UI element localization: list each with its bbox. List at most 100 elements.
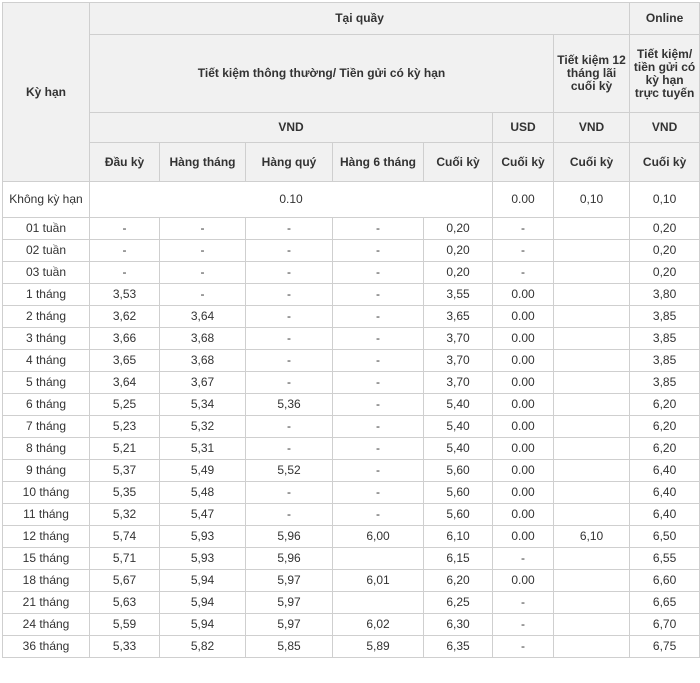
term-cell: 8 tháng	[2, 437, 90, 460]
online-header: Online	[629, 2, 700, 35]
rate-savings12-maturity	[552, 547, 631, 570]
rate-savings12-maturity	[552, 481, 631, 504]
rate-upfront: 5,74	[89, 525, 160, 548]
term-cell: 1 tháng	[2, 283, 90, 306]
rate-upfront: 3,65	[89, 349, 160, 372]
term-header: Kỳ hạn	[2, 2, 90, 182]
term-cell: 2 tháng	[2, 305, 90, 328]
rate-usd-maturity: -	[492, 591, 554, 614]
rate-online-maturity: 6,40	[629, 459, 700, 482]
table-row: 18 tháng 5,67 5,94 5,97 6,01 6,20 0.00 6,60	[2, 569, 700, 592]
term-cell: 18 tháng	[2, 569, 90, 592]
rate-maturity: 3,55	[423, 283, 493, 306]
rate-online-maturity: 3,85	[629, 327, 700, 350]
rate-quarterly: -	[245, 481, 333, 504]
rate-upfront: 5,37	[89, 459, 160, 482]
rate-usd-maturity: 0.00	[492, 327, 554, 350]
rate-semiannual: -	[332, 371, 424, 394]
usd-currency-header: USD	[492, 112, 554, 143]
rate-upfront: 5,33	[89, 635, 160, 658]
rate-maturity: 3,70	[423, 371, 493, 394]
rate-quarterly: -	[245, 437, 333, 460]
term-cell: 24 tháng	[2, 613, 90, 636]
term-cell: 21 tháng	[2, 591, 90, 614]
term-cell: 12 tháng	[2, 525, 90, 548]
col-header-savings12-maturity: Cuối kỳ	[552, 142, 631, 182]
rate-upfront: 5,25	[89, 393, 160, 416]
rate-usd-maturity: 0.00	[492, 305, 554, 328]
col-header-quarterly: Hàng quý	[245, 142, 333, 182]
rate-maturity: 3,70	[423, 327, 493, 350]
savings12-currency-header: VND	[552, 112, 631, 143]
rate-upfront: -	[89, 239, 160, 262]
term-cell: 3 tháng	[2, 327, 90, 350]
rate-semiannual: 6,00	[332, 525, 424, 548]
rate-upfront: 3,62	[89, 305, 160, 328]
rate-savings12-maturity	[552, 305, 631, 328]
table-row: 9 tháng 5,37 5,49 5,52-5,60 0.00 6,40	[2, 459, 700, 482]
rate-semiannual: 6,01	[332, 569, 424, 592]
rate-upfront: 5,67	[89, 569, 160, 592]
rate-maturity: 6,25	[423, 591, 493, 614]
rate-semiannual: -	[332, 327, 424, 350]
rate-monthly: 5,94	[159, 569, 246, 592]
rate-upfront: 3,64	[89, 371, 160, 394]
rate-usd-maturity: -	[492, 547, 554, 570]
rate-maturity: 6,20	[423, 569, 493, 592]
rate-usd-maturity: 0.00	[492, 371, 554, 394]
rate-maturity: 6,10	[423, 525, 493, 548]
table-row: 11 tháng 5,32 5,47- -5,60 0.00 6,40	[2, 503, 700, 526]
term-cell: 01 tuần	[2, 217, 90, 240]
col-header-online-maturity: Cuối kỳ	[629, 142, 700, 182]
rate-online-maturity: 6,40	[629, 481, 700, 504]
rate-maturity: 0,20	[423, 239, 493, 262]
rate-online-maturity: 6,75	[629, 635, 700, 658]
rate-usd-maturity: -	[492, 613, 554, 636]
rate-maturity: 6,30	[423, 613, 493, 636]
rate-online-maturity: 6,50	[629, 525, 700, 548]
rate-monthly: -	[159, 239, 246, 262]
rate-quarterly: 5,96	[245, 547, 333, 570]
demand-online-rate: 0,10	[629, 181, 700, 218]
rate-upfront: 5,23	[89, 415, 160, 438]
col-header-maturity: Cuối kỳ	[423, 142, 493, 182]
col-header-monthly: Hàng tháng	[159, 142, 246, 182]
term-cell: 9 tháng	[2, 459, 90, 482]
term-cell: 10 tháng	[2, 481, 90, 504]
rate-savings12-maturity	[552, 327, 631, 350]
rate-maturity: 5,60	[423, 503, 493, 526]
table-row: 3 tháng 3,66 3,68- -3,70 0.00 3,85	[2, 327, 700, 350]
rate-monthly: 5,94	[159, 613, 246, 636]
rate-quarterly: -	[245, 283, 333, 306]
rate-monthly: 3,64	[159, 305, 246, 328]
rate-monthly: 5,32	[159, 415, 246, 438]
rate-maturity: 3,65	[423, 305, 493, 328]
rate-quarterly: 5,97	[245, 613, 333, 636]
term-cell: 36 tháng	[2, 635, 90, 658]
rate-maturity: 3,70	[423, 349, 493, 372]
rate-monthly: 5,93	[159, 525, 246, 548]
term-cell: 03 tuần	[2, 261, 90, 284]
rate-savings12-maturity	[552, 371, 631, 394]
rate-maturity: 0,20	[423, 217, 493, 240]
rate-savings12-maturity	[552, 239, 631, 262]
rate-maturity: 5,40	[423, 393, 493, 416]
rate-online-maturity: 0,20	[629, 261, 700, 284]
term-cell: 15 tháng	[2, 547, 90, 570]
rate-usd-maturity: 0.00	[492, 481, 554, 504]
rate-online-maturity: 6,55	[629, 547, 700, 570]
rate-usd-maturity: 0.00	[492, 283, 554, 306]
rate-semiannual: -	[332, 393, 424, 416]
rate-online-maturity: 6,40	[629, 503, 700, 526]
term-cell: Không kỳ hạn	[2, 181, 90, 218]
table-row: 15 tháng 5,71 5,93 5,96 6,15- 6,55	[2, 547, 700, 570]
demand-usd-rate: 0.00	[492, 181, 554, 218]
rate-quarterly: -	[245, 503, 333, 526]
term-cell: 5 tháng	[2, 371, 90, 394]
rate-semiannual: -	[332, 217, 424, 240]
table-row: 01 tuần - - - -0,20-0,20	[2, 217, 700, 240]
rate-semiannual: 5,89	[332, 635, 424, 658]
table-row: 02 tuần - - - -0,20-0,20	[2, 239, 700, 262]
rate-online-maturity: 0,20	[629, 217, 700, 240]
rate-semiannual: -	[332, 415, 424, 438]
